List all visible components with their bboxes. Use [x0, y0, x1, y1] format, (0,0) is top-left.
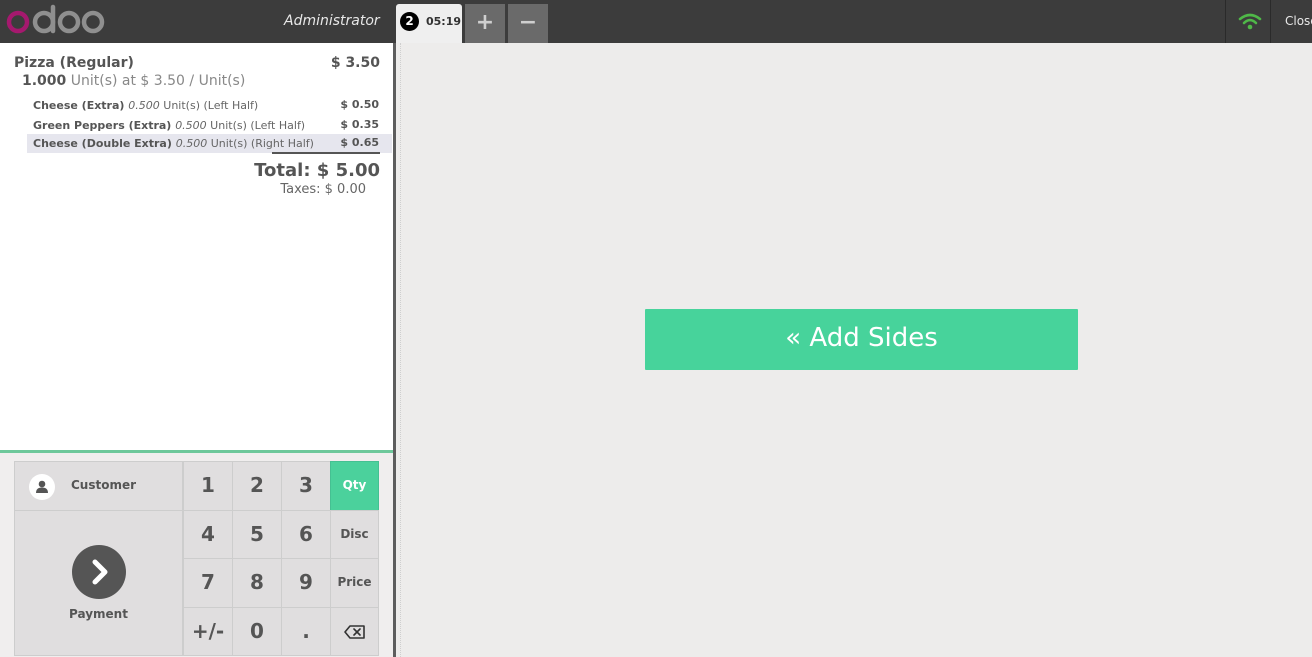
sub-price: $ 0.65: [340, 136, 379, 149]
sub-qty: 0.500: [175, 119, 207, 132]
chevron-right-icon: [72, 545, 126, 599]
header-separator: [1225, 0, 1226, 43]
orderline-sub[interactable]: Cheese (Extra) 0.500 Unit(s) (Left Half)…: [27, 96, 392, 115]
mode-price-button[interactable]: Price: [330, 558, 379, 608]
sub-price: $ 0.50: [340, 98, 379, 111]
order-number-badge: 2: [400, 12, 419, 31]
sub-detail: Unit(s) (Left Half): [159, 99, 259, 112]
numpad-0[interactable]: 0: [232, 607, 282, 656]
numpad-dot[interactable]: .: [281, 607, 331, 656]
sub-price: $ 0.35: [340, 118, 379, 131]
total-rule: [272, 152, 380, 154]
numpad-7[interactable]: 7: [183, 558, 233, 608]
numpad-5[interactable]: 5: [232, 510, 282, 559]
numpad-6[interactable]: 6: [281, 510, 331, 559]
sub-detail: Unit(s) (Left Half): [206, 119, 306, 132]
order-total: Total: $ 5.00: [254, 160, 380, 181]
orderline-sub[interactable]: Green Peppers (Extra) 0.500 Unit(s) (Lef…: [27, 116, 392, 135]
orderline-sub-selected[interactable]: Cheese (Double Extra) 0.500 Unit(s) (Rig…: [27, 134, 392, 153]
payment-label: Payment: [69, 607, 128, 621]
sub-name: Cheese (Extra): [33, 99, 125, 112]
user-name[interactable]: Administrator: [284, 13, 380, 29]
mode-disc-button[interactable]: Disc: [330, 510, 379, 559]
sub-qty: 0.500: [128, 99, 160, 112]
order-tab[interactable]: 2 05:19: [396, 4, 462, 43]
numpad-3[interactable]: 3: [281, 461, 331, 511]
mode-qty-button[interactable]: Qty: [330, 461, 379, 511]
add-order-button[interactable]: +: [465, 4, 505, 43]
numpad-8[interactable]: 8: [232, 558, 282, 608]
sub-detail: Unit(s) (Right Half): [207, 137, 314, 150]
numpad-1[interactable]: 1: [183, 461, 233, 511]
close-button[interactable]: Close: [1285, 14, 1312, 28]
numpad-9[interactable]: 9: [281, 558, 331, 608]
user-icon: [29, 474, 55, 500]
top-bar: Administrator 2 05:19 + − Close: [0, 0, 1312, 43]
sub-name: Cheese (Double Extra): [33, 137, 172, 150]
add-sides-button[interactable]: « Add Sides: [645, 309, 1078, 370]
sub-qty: 0.500: [175, 137, 208, 150]
customer-label: Customer: [71, 478, 137, 492]
order-time: 05:19: [426, 15, 462, 28]
panel-divider: [393, 43, 396, 657]
orderline-product-name[interactable]: Pizza (Regular): [14, 55, 134, 71]
remove-order-button[interactable]: −: [508, 4, 548, 43]
sub-name: Green Peppers (Extra): [33, 119, 172, 132]
orderline-unit-detail: Unit(s) at $ 3.50 / Unit(s): [66, 73, 246, 89]
order-taxes: Taxes: $ 0.00: [280, 182, 366, 197]
backspace-button[interactable]: [330, 607, 379, 656]
header-separator: [1270, 0, 1271, 43]
numpad-2[interactable]: 2: [232, 461, 282, 511]
wifi-icon: [1238, 13, 1262, 30]
dotted-divider: [400, 43, 401, 657]
orderline-price: $ 3.50: [330, 55, 380, 71]
numpad-sign[interactable]: +/-: [183, 607, 233, 656]
orderline-info: 1.000 Unit(s) at $ 3.50 / Unit(s): [22, 73, 245, 89]
backspace-icon: [343, 625, 365, 639]
odoo-logo: [6, 4, 105, 34]
payment-button[interactable]: Payment: [14, 510, 183, 656]
numpad-4[interactable]: 4: [183, 510, 233, 559]
customer-button[interactable]: Customer: [14, 461, 183, 511]
orderline-qty: 1.000: [22, 73, 67, 89]
